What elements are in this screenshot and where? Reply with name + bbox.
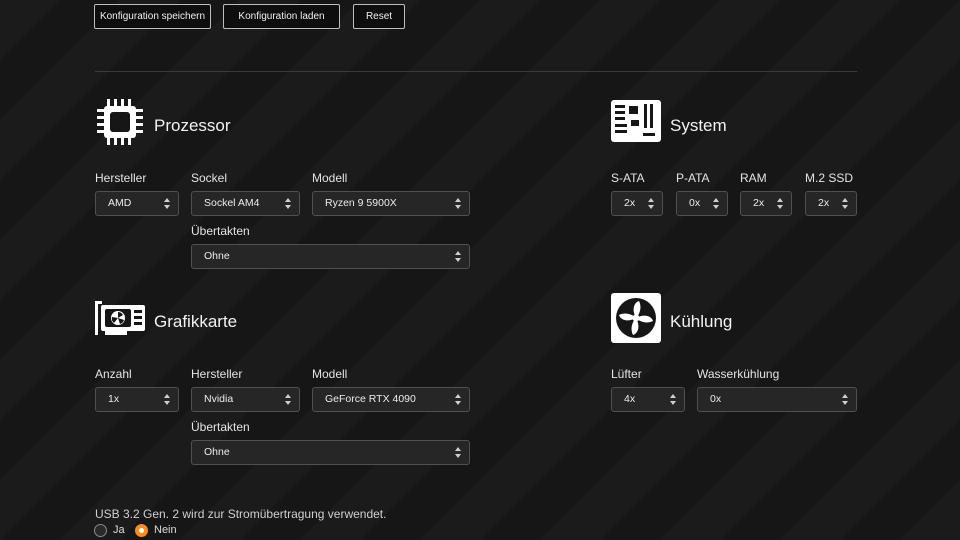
processor-title: Prozessor	[154, 116, 231, 135]
cpu-overclock-select[interactable]: Ohne	[191, 244, 470, 269]
gpu-count-label: Anzahl	[95, 367, 132, 381]
fans-label: Lüfter	[611, 367, 642, 381]
divider	[95, 71, 857, 72]
cpu-socket-label: Sockel	[191, 171, 228, 185]
m2-ssd-select[interactable]: 2x	[805, 191, 857, 216]
gpu-overclock-value: Ohne	[204, 446, 230, 458]
usb-no-label[interactable]: Nein	[154, 524, 177, 536]
pata-label: P-ATA	[676, 171, 710, 185]
select-arrows-icon	[670, 394, 677, 405]
select-arrows-icon	[285, 394, 292, 405]
graphics-card-title: Grafikkarte	[154, 312, 238, 331]
gpu-overclock-label: Übertakten	[191, 420, 250, 434]
water-cooling-label: Wasserkühlung	[697, 367, 780, 381]
gpu-model-select[interactable]: GeForce RTX 4090	[312, 387, 470, 412]
usb-no-radio[interactable]	[135, 524, 148, 537]
pata-select[interactable]: 0x	[676, 191, 728, 216]
water-cooling-value: 0x	[710, 393, 722, 405]
select-arrows-icon	[455, 394, 462, 405]
gpu-overclock-select[interactable]: Ohne	[191, 440, 470, 465]
cpu-socket-select[interactable]: Sockel AM4	[191, 191, 300, 216]
load-config-button[interactable]: Konfiguration laden	[223, 4, 340, 29]
cpu-icon	[95, 97, 145, 147]
sata-select[interactable]: 2x	[611, 191, 663, 216]
m2-ssd-label: M.2 SSD	[805, 171, 854, 185]
fans-select[interactable]: 4x	[611, 387, 685, 412]
select-arrows-icon	[713, 198, 720, 209]
gpu-model-label: Modell	[312, 367, 348, 381]
select-arrows-icon	[842, 198, 849, 209]
select-arrows-icon	[455, 251, 462, 262]
cpu-model-label: Modell	[312, 171, 348, 185]
system-title: System	[670, 116, 727, 135]
reset-button[interactable]: Reset	[353, 4, 405, 29]
select-arrows-icon	[164, 394, 171, 405]
fan-icon	[611, 293, 661, 343]
ram-label: RAM	[740, 171, 767, 185]
fans-value: 4x	[624, 393, 636, 405]
cooling-title: Kühlung	[670, 312, 733, 331]
select-arrows-icon	[285, 198, 292, 209]
save-config-button[interactable]: Konfiguration speichern	[94, 4, 211, 29]
select-arrows-icon	[455, 447, 462, 458]
cpu-overclock-value: Ohne	[204, 250, 230, 262]
usb-yes-label[interactable]: Ja	[113, 524, 125, 536]
ram-select[interactable]: 2x	[740, 191, 792, 216]
select-arrows-icon	[164, 198, 171, 209]
cpu-manufacturer-label: Hersteller	[95, 171, 147, 185]
sata-label: S-ATA	[611, 171, 645, 185]
graphics-card-icon	[95, 299, 147, 339]
select-arrows-icon	[777, 198, 784, 209]
motherboard-icon	[611, 100, 661, 142]
water-cooling-select[interactable]: 0x	[697, 387, 857, 412]
gpu-model-value: GeForce RTX 4090	[325, 393, 416, 405]
cpu-overclock-label: Übertakten	[191, 224, 250, 238]
m2-ssd-value: 2x	[818, 197, 830, 209]
select-arrows-icon	[648, 198, 655, 209]
usb-question: USB 3.2 Gen. 2 wird zur Stromübertragung…	[95, 507, 387, 521]
gpu-manufacturer-select[interactable]: Nvidia	[191, 387, 300, 412]
cpu-manufacturer-value: AMD	[108, 197, 132, 209]
ram-value: 2x	[753, 197, 765, 209]
gpu-count-select[interactable]: 1x	[95, 387, 179, 412]
select-arrows-icon	[842, 394, 849, 405]
cpu-model-select[interactable]: Ryzen 9 5900X	[312, 191, 470, 216]
usb-yes-radio[interactable]	[94, 524, 107, 537]
gpu-count-value: 1x	[108, 393, 120, 405]
gpu-manufacturer-label: Hersteller	[191, 367, 243, 381]
cpu-manufacturer-select[interactable]: AMD	[95, 191, 179, 216]
pata-value: 0x	[689, 197, 701, 209]
cpu-socket-value: Sockel AM4	[204, 197, 260, 209]
cpu-model-value: Ryzen 9 5900X	[325, 197, 397, 209]
gpu-manufacturer-value: Nvidia	[204, 393, 234, 405]
sata-value: 2x	[624, 197, 636, 209]
select-arrows-icon	[455, 198, 462, 209]
